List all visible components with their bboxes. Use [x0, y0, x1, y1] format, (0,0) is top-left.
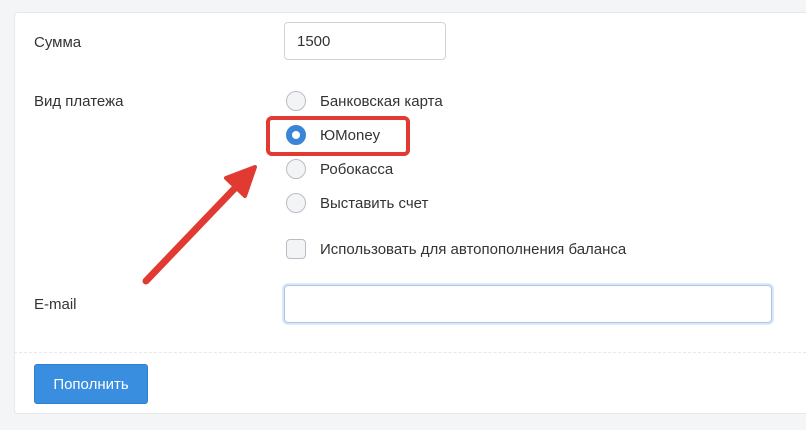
form-divider	[14, 352, 806, 353]
autofill-checkbox-label: Использовать для автопополнения баланса	[320, 240, 627, 258]
payment-option-robokassa[interactable]: Робокасса	[286, 158, 393, 180]
submit-button[interactable]: Пополнить	[34, 364, 148, 404]
payment-type-label: Вид платежа	[34, 93, 124, 110]
payment-option-yumoney[interactable]: ЮMoney	[286, 124, 380, 146]
email-input[interactable]	[284, 285, 772, 323]
autofill-checkbox-row[interactable]: Использовать для автопополнения баланса	[286, 238, 626, 260]
radio-yumoney[interactable]	[286, 125, 306, 145]
payment-option-label: Банковская карта	[320, 92, 443, 110]
payment-option-label: Выставить счет	[320, 194, 429, 212]
radio-bank-card[interactable]	[286, 91, 306, 111]
amount-input[interactable]	[284, 22, 446, 60]
payment-option-invoice[interactable]: Выставить счет	[286, 192, 428, 214]
radio-robokassa[interactable]	[286, 159, 306, 179]
autofill-checkbox[interactable]	[286, 239, 306, 259]
payment-option-label: Робокасса	[320, 160, 394, 178]
payment-option-bank-card[interactable]: Банковская карта	[286, 90, 443, 112]
radio-invoice[interactable]	[286, 193, 306, 213]
amount-label: Сумма	[34, 34, 82, 51]
payment-option-label: ЮMoney	[320, 126, 381, 144]
email-label: E-mail	[34, 296, 77, 313]
